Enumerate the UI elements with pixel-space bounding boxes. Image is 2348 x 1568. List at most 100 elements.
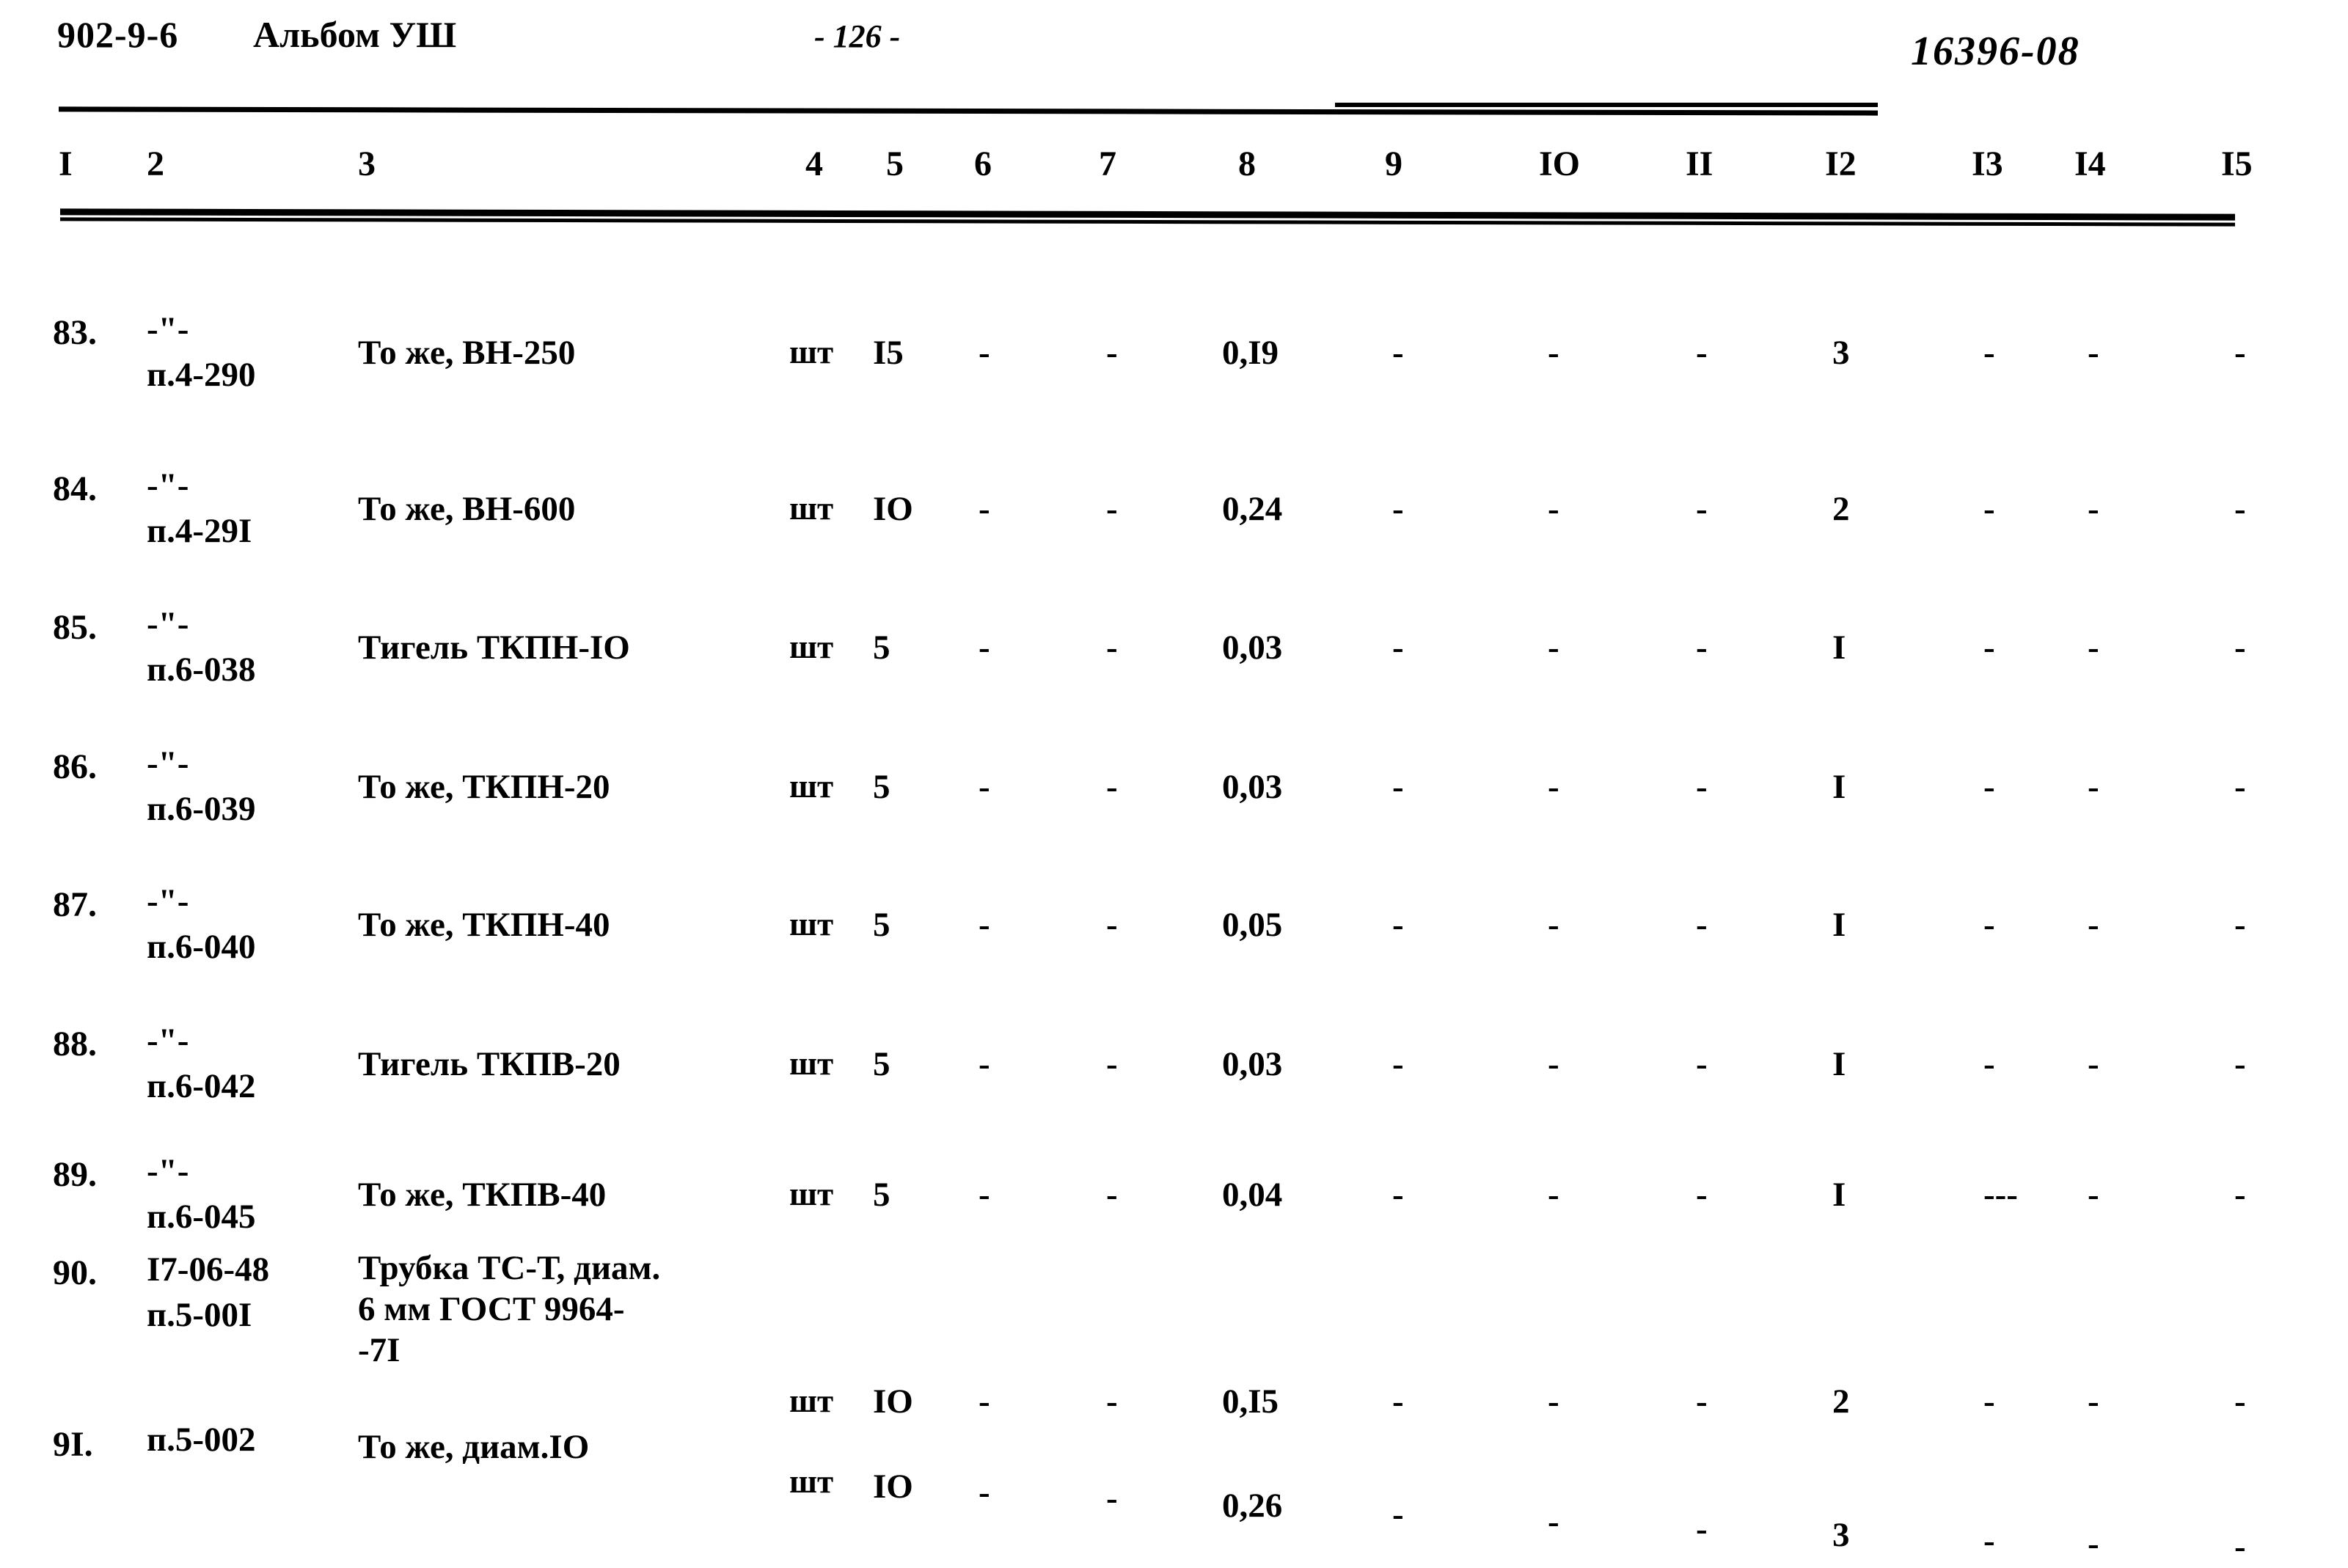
row-col-11-value: - [1696, 334, 1708, 372]
row-col-14-value: - [2088, 1176, 2099, 1214]
row-item-number: 86. [53, 747, 97, 786]
row-col-12-value: 3 [1832, 1516, 1850, 1554]
row-col-15-value: - [2234, 490, 2246, 528]
row-col-5-value: 5 [873, 629, 890, 667]
row-col-14-value: - [2088, 1525, 2099, 1563]
row-col-14-value: - [2088, 1382, 2099, 1421]
row-col-5-value: 5 [873, 1176, 890, 1214]
row-item-number: 9I. [53, 1425, 93, 1464]
row-col-5-value: 5 [873, 1045, 890, 1083]
row-col-12-value: I [1832, 1045, 1846, 1083]
row-col-8-value: 0,26 [1222, 1487, 1283, 1525]
row-code-line-2: п.6-038 [147, 651, 256, 689]
row-col-8-value: 0,24 [1222, 490, 1283, 528]
row-col-12-value: 2 [1832, 1382, 1850, 1421]
row-col-6-value: - [979, 1382, 990, 1421]
row-col-14-value: - [2088, 490, 2099, 528]
row-col-11-value: - [1696, 1045, 1708, 1083]
row-code-line-2: п.6-040 [147, 928, 256, 966]
row-unit: шт [789, 1382, 834, 1419]
row-col-15-value: - [2234, 768, 2246, 806]
row-item-number: 87. [53, 885, 97, 924]
row-col-8-value: 0,05 [1222, 906, 1283, 944]
row-col-8-value: 0,I5 [1222, 1382, 1279, 1421]
row-code-line-1: I7-06-48 [147, 1250, 270, 1289]
row-col-9-value: - [1392, 490, 1404, 528]
row-unit: шт [789, 334, 834, 370]
row-col-6-value: - [979, 1045, 990, 1083]
row-col-9-value: - [1392, 1176, 1404, 1214]
row-col-9-value: - [1392, 334, 1404, 372]
row-col-5-value: IO [873, 1382, 913, 1421]
specification-table-body: 83. -"- п.4-290 То же, ВН-250 шт I5- -0,I9- - -3… [0, 0, 2348, 1568]
row-col-9-value: - [1392, 1045, 1404, 1083]
row-col-7-value: - [1106, 1045, 1118, 1083]
row-col-7-value: - [1106, 1382, 1118, 1421]
row-item-name-line-1: То же, ТКПН-20 [358, 768, 610, 806]
row-col-6-value: - [979, 1473, 990, 1512]
row-col-6-value: - [979, 768, 990, 806]
row-col-12-value: I [1832, 1176, 1846, 1214]
row-item-name-line-1: То же, ТКПВ-40 [358, 1176, 607, 1214]
row-col-8-value: 0,03 [1222, 1045, 1283, 1083]
row-item-name-line-1: Тигель ТКПВ-20 [358, 1045, 621, 1083]
row-col-10-value: - [1548, 1045, 1559, 1083]
row-col-8-value: 0,04 [1222, 1176, 1283, 1214]
row-col-7-value: - [1106, 490, 1118, 528]
row-item-number: 85. [53, 608, 97, 647]
document-page: 902-9-6 Альбом УШ - 126 - 16396-08 I2345… [0, 0, 2348, 1568]
row-item-number: 90. [53, 1253, 97, 1292]
row-col-15-value: - [2234, 1382, 2246, 1421]
row-item-name-line-3: -7I [358, 1331, 401, 1369]
row-col-7-value: - [1106, 1479, 1118, 1517]
row-col-15-value: - [2234, 906, 2246, 944]
row-code-line-1: -"- [147, 1152, 189, 1190]
row-item-number: 84. [53, 469, 97, 508]
row-col-10-value: - [1548, 490, 1559, 528]
row-col-8-value: 0,03 [1222, 629, 1283, 667]
row-col-12-value: I [1832, 629, 1846, 667]
row-col-5-value: 5 [873, 906, 890, 944]
row-code-line-2: п.6-039 [147, 790, 256, 828]
row-col-10-value: - [1548, 1382, 1559, 1421]
row-item-name-line-1: То же, ТКПН-40 [358, 906, 610, 944]
row-col-10-value: - [1548, 768, 1559, 806]
row-col-5-value: IO [873, 490, 913, 528]
row-col-9-value: - [1392, 906, 1404, 944]
row-col-9-value: - [1392, 1495, 1404, 1534]
row-code-line-1: -"- [147, 310, 189, 348]
row-col-9-value: - [1392, 768, 1404, 806]
row-col-8-value: 0,I9 [1222, 334, 1279, 372]
row-code-line-1: -"- [147, 466, 189, 505]
row-col-11-value: - [1696, 629, 1708, 667]
row-code-line-1: -"- [147, 744, 189, 783]
row-item-name-line-1: То же, диам.IO [358, 1428, 590, 1466]
row-col-10-value: - [1548, 334, 1559, 372]
row-unit: шт [789, 1463, 834, 1500]
row-col-14-value: - [2088, 1045, 2099, 1083]
row-unit: шт [789, 1045, 834, 1082]
row-col-7-value: - [1106, 768, 1118, 806]
row-col-11-value: - [1696, 1510, 1708, 1548]
row-unit: шт [789, 490, 834, 527]
row-col-15-value: - [2234, 334, 2246, 372]
row-col-13-value: - [1983, 1045, 1995, 1083]
row-col-7-value: - [1106, 1176, 1118, 1214]
row-col-5-value: IO [873, 1468, 913, 1506]
row-col-6-value: - [979, 629, 990, 667]
row-unit: шт [789, 629, 834, 665]
row-col-13-value: - [1983, 629, 1995, 667]
row-col-12-value: 3 [1832, 334, 1850, 372]
row-item-name-line-1: То же, ВН-250 [358, 334, 576, 372]
row-col-15-value: - [2234, 629, 2246, 667]
row-col-12-value: I [1832, 768, 1846, 806]
row-col-8-value: 0,03 [1222, 768, 1283, 806]
row-unit: шт [789, 768, 834, 805]
row-col-13-value: - [1983, 1522, 1995, 1560]
row-col-11-value: - [1696, 1382, 1708, 1421]
row-col-6-value: - [979, 490, 990, 528]
row-item-number: 88. [53, 1025, 97, 1063]
row-col-10-value: - [1548, 1503, 1559, 1541]
row-col-11-value: - [1696, 1176, 1708, 1214]
row-col-14-value: - [2088, 629, 2099, 667]
